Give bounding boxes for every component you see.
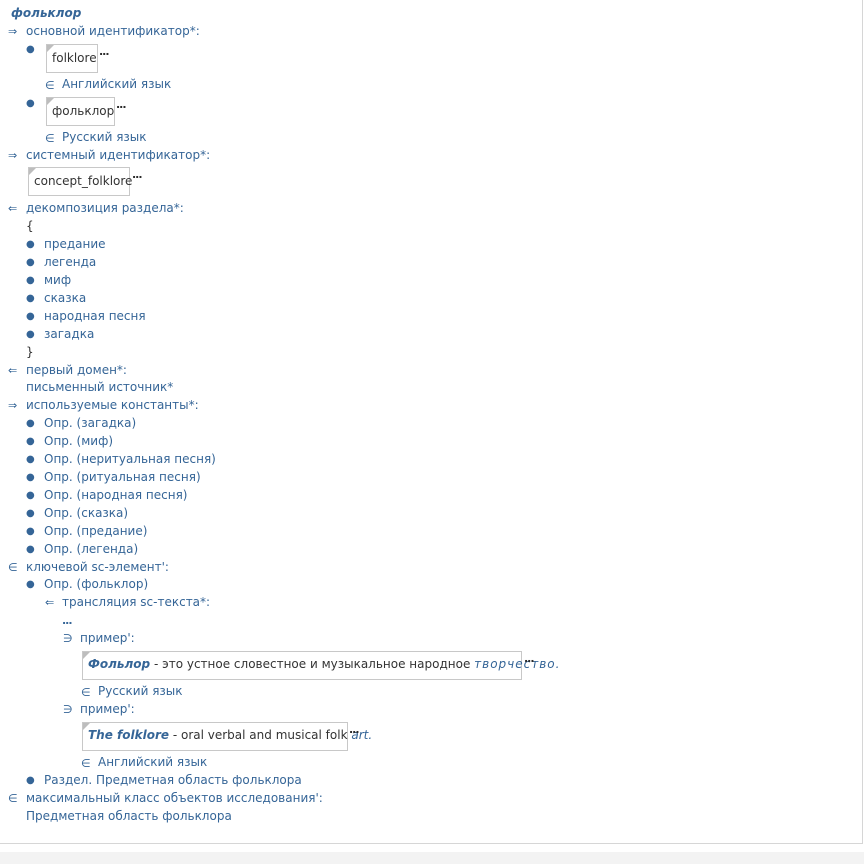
language-link-en[interactable]: Английский язык xyxy=(98,755,207,770)
contains-icon: ∋ xyxy=(63,632,73,645)
example-term[interactable]: Фольлор xyxy=(88,657,150,671)
more-dots[interactable]: ... xyxy=(524,651,535,666)
bullet-icon: ● xyxy=(26,275,35,286)
example-link[interactable]: творчество xyxy=(474,657,556,671)
element-of-icon: ∈ xyxy=(81,757,91,770)
language-link-ru[interactable]: Русский язык xyxy=(98,684,183,699)
relation-decomposition[interactable]: декомпозиция раздела*: xyxy=(26,201,184,216)
example-box-ru[interactable]: Фольлор - это устное словестное и музыка… xyxy=(82,651,559,680)
example-end: . xyxy=(368,728,373,742)
more-dots[interactable]: ... xyxy=(132,167,143,182)
more-dots[interactable]: ... xyxy=(62,613,73,628)
constant-item[interactable]: Опр. (предание) xyxy=(44,524,147,539)
element-of-icon: ∈ xyxy=(8,792,18,805)
open-brace: { xyxy=(26,219,34,233)
element-of-icon: ∈ xyxy=(8,561,18,574)
footer-strip xyxy=(0,852,864,864)
element-of-icon: ∈ xyxy=(45,79,55,92)
bullet-icon: ● xyxy=(26,490,35,501)
section-item[interactable]: Раздел. Предметная область фольклора xyxy=(44,773,302,788)
element-of-icon: ∈ xyxy=(45,132,55,145)
example-body: - oral verbal and musical folk xyxy=(169,728,352,742)
constant-item[interactable]: Опр. (легенда) xyxy=(44,542,138,557)
bullet-icon: ● xyxy=(26,311,35,322)
constant-item[interactable]: Опр. (сказка) xyxy=(44,506,128,521)
arrow-left-icon: ⇐ xyxy=(8,364,18,377)
bullet-icon: ● xyxy=(26,472,35,483)
concept-title[interactable]: фольклор xyxy=(11,6,81,21)
decomposition-item[interactable]: сказка xyxy=(44,291,86,306)
constant-item[interactable]: Опр. (загадка) xyxy=(44,416,136,431)
bullet-icon: ● xyxy=(26,436,35,447)
system-identifier-box[interactable]: concept_folklore xyxy=(28,167,133,196)
example-box-en[interactable]: The folklore - oral verbal and musical f… xyxy=(82,722,372,751)
arrow-right-icon: ⇒ xyxy=(8,25,18,38)
decomposition-item[interactable]: загадка xyxy=(44,327,94,342)
relation-translation[interactable]: трансляция sc-текста*: xyxy=(62,595,210,610)
identifier-box-ru[interactable]: фольклор xyxy=(46,97,115,126)
relation-system-identifier[interactable]: системный идентификатор*: xyxy=(26,148,210,163)
constant-item[interactable]: Опр. (народная песня) xyxy=(44,488,187,503)
relation-main-identifier[interactable]: основной идентификатор*: xyxy=(26,24,200,39)
bullet-icon: ● xyxy=(26,329,35,340)
relation-example[interactable]: пример': xyxy=(80,631,135,646)
relation-constants[interactable]: используемые константы*: xyxy=(26,398,199,413)
more-dots[interactable]: ... xyxy=(349,722,360,737)
bullet-icon: ● xyxy=(26,526,35,537)
example-body: - это устное словестное и музыкальное на… xyxy=(150,657,475,671)
key-element-item[interactable]: Опр. (фольклор) xyxy=(44,577,148,592)
example-end: . xyxy=(555,657,560,671)
arrow-right-icon: ⇒ xyxy=(8,399,18,412)
bullet-icon: ● xyxy=(26,239,35,250)
language-link-ru[interactable]: Русский язык xyxy=(62,130,147,145)
contains-icon: ∋ xyxy=(63,703,73,716)
arrow-left-icon: ⇐ xyxy=(8,202,18,215)
bullet-icon: ● xyxy=(26,579,35,590)
relation-key-element[interactable]: ключевой sc-элемент': xyxy=(26,560,169,575)
decomposition-item[interactable]: легенда xyxy=(44,255,96,270)
more-dots[interactable]: ... xyxy=(116,97,127,112)
bullet-icon: ● xyxy=(26,293,35,304)
constant-item[interactable]: Опр. (миф) xyxy=(44,434,113,449)
bullet-icon: ● xyxy=(26,257,35,268)
bullet-icon: ● xyxy=(26,98,35,109)
example-text-en: The folklore - oral verbal and musical f… xyxy=(88,728,372,742)
decomposition-item[interactable]: предание xyxy=(44,237,106,252)
concept-view: фольклор ⇒ основной идентификатор*: ● fo… xyxy=(0,0,863,844)
bullet-icon: ● xyxy=(26,775,35,786)
element-of-icon: ∈ xyxy=(81,686,91,699)
more-dots[interactable]: ... xyxy=(99,44,110,59)
language-link-en[interactable]: Английский язык xyxy=(62,77,171,92)
arrow-left-icon: ⇐ xyxy=(45,596,55,609)
relation-example[interactable]: пример': xyxy=(80,702,135,717)
relation-max-class[interactable]: максимальный класс объектов исследования… xyxy=(26,791,323,806)
bullet-icon: ● xyxy=(26,454,35,465)
decomposition-item[interactable]: народная песня xyxy=(44,309,146,324)
example-text-ru: Фольлор - это устное словестное и музыка… xyxy=(88,657,559,671)
max-class-value[interactable]: Предметная область фольклора xyxy=(26,809,232,824)
first-domain-value[interactable]: письменный источник* xyxy=(26,380,173,395)
example-term[interactable]: The folklore xyxy=(88,728,169,742)
bullet-icon: ● xyxy=(26,544,35,555)
relation-first-domain[interactable]: первый домен*: xyxy=(26,363,127,378)
bullet-icon: ● xyxy=(26,418,35,429)
close-brace: } xyxy=(26,345,34,359)
arrow-right-icon: ⇒ xyxy=(8,149,18,162)
bullet-icon: ● xyxy=(26,44,35,55)
identifier-text: folklore xyxy=(52,51,97,65)
constant-item[interactable]: Опр. (неритуальная песня) xyxy=(44,452,216,467)
page: фольклор ⇒ основной идентификатор*: ● fo… xyxy=(0,0,864,864)
identifier-text: concept_folklore xyxy=(34,174,133,188)
decomposition-item[interactable]: миф xyxy=(44,273,71,288)
identifier-text: фольклор xyxy=(52,104,115,118)
constant-item[interactable]: Опр. (ритуальная песня) xyxy=(44,470,201,485)
bullet-icon: ● xyxy=(26,508,35,519)
identifier-box-en[interactable]: folklore xyxy=(46,44,98,73)
